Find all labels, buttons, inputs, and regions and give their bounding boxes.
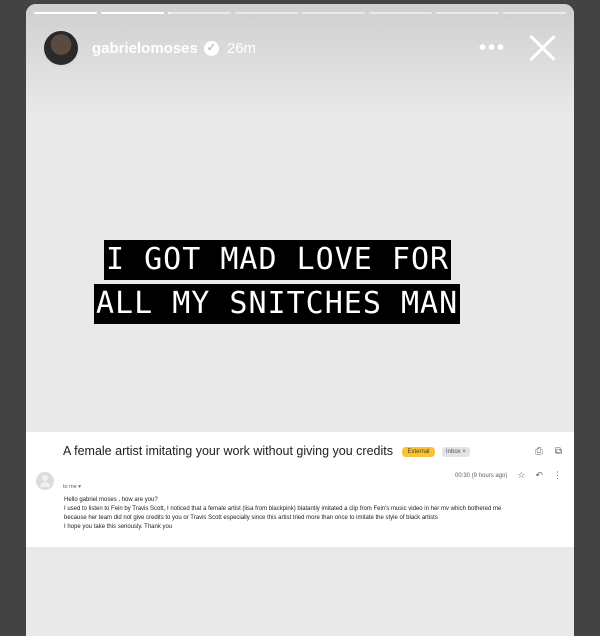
- email-body-line: I hope you take this seriously. Thank yo…: [64, 524, 173, 530]
- verified-badge-icon: ✓: [203, 40, 219, 56]
- progress-segment: [436, 12, 499, 14]
- email-screenshot: A female artist imitating your work with…: [26, 432, 574, 547]
- reply-icon: ↶: [535, 470, 543, 480]
- email-toolbar: ⎙ ⧉: [535, 446, 562, 457]
- progress-segment: [503, 12, 566, 14]
- story-progress-bar: [34, 12, 566, 15]
- story-frame: gabrielomoses ✓ 26m ••• I GOT MAD LOVE F…: [26, 4, 574, 636]
- avatar[interactable]: [42, 29, 80, 67]
- story-header: gabrielomoses ✓ 26m •••: [42, 26, 562, 70]
- progress-fill: [168, 12, 170, 14]
- post-time: 26m: [226, 39, 257, 57]
- more-options-icon[interactable]: •••: [479, 38, 506, 58]
- progress-segment: [101, 12, 164, 14]
- email-meta: 00:30 (9 hours ago) ☆ ↶ ⋮: [455, 470, 562, 481]
- progress-segment: [302, 12, 365, 14]
- external-tag: External: [402, 447, 435, 457]
- email-recipient: to me ▾: [63, 484, 82, 490]
- email-timestamp: 00:30 (9 hours ago): [455, 472, 508, 479]
- progress-segment: [34, 12, 97, 14]
- progress-segment: [168, 12, 231, 14]
- email-body: Hello gabriel moses , how are you? I use…: [64, 496, 564, 532]
- print-icon: ⎙: [534, 446, 543, 457]
- email-subject-text: A female artist imitating your work with…: [63, 444, 393, 458]
- email-body-line: I used to listen to Fein by Travis Scott…: [64, 506, 502, 512]
- sender-avatar: [36, 472, 54, 490]
- caption-line-1: I GOT MAD LOVE FOR: [104, 240, 452, 280]
- open-in-new-icon: ⧉: [554, 446, 562, 457]
- email-body-line: Hello gabriel moses , how are you?: [64, 497, 158, 503]
- progress-segment: [369, 12, 432, 14]
- progress-segment: [235, 12, 298, 14]
- more-vert-icon: ⋮: [553, 470, 562, 480]
- inbox-tag: Inbox ×: [441, 447, 470, 457]
- close-icon[interactable]: [528, 34, 556, 62]
- username[interactable]: gabrielomoses: [92, 40, 198, 57]
- star-icon: ☆: [517, 470, 526, 480]
- progress-fill: [101, 12, 164, 14]
- email-subject: A female artist imitating your work with…: [63, 444, 470, 458]
- progress-fill: [34, 12, 97, 14]
- story-caption: I GOT MAD LOVE FOR ALL MY SNITCHES MAN: [26, 240, 574, 324]
- caption-line-2: ALL MY SNITCHES MAN: [94, 284, 461, 324]
- email-body-line: because her team did not give credits to…: [64, 515, 438, 521]
